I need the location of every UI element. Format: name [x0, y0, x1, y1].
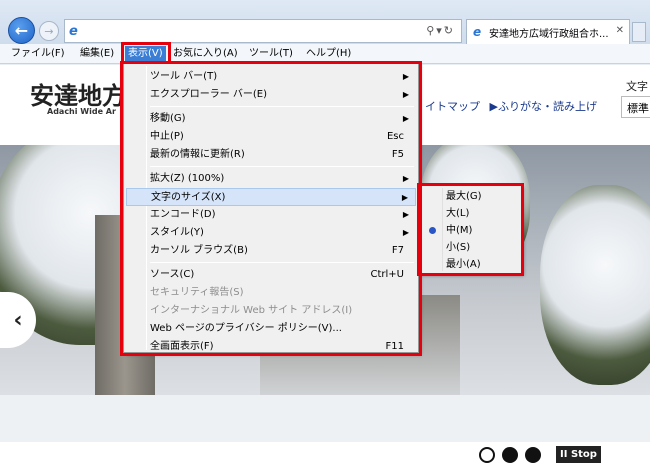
view-menu-item[interactable]: スタイル(Y) ▶: [126, 224, 416, 242]
submenu-arrow-icon: ▶: [402, 228, 409, 237]
menu-separator: [150, 166, 414, 167]
browser-tab[interactable]: e 安達地方広域行政組合ホ... ✕: [466, 19, 630, 44]
close-tab-icon[interactable]: ✕: [616, 25, 624, 36]
arrow-left-icon: ←: [14, 21, 29, 40]
site-title: 安達地方: [30, 82, 126, 110]
menu-edit[interactable]: 編集(E): [77, 46, 117, 63]
menu-item-label: 文字のサイズ(X): [151, 192, 226, 203]
slide-indicator-active[interactable]: [479, 447, 495, 463]
menu-item-shortcut: F5: [391, 149, 404, 160]
view-menu-item[interactable]: 移動(G) ▶: [126, 110, 416, 128]
snow-tree: [540, 185, 650, 385]
menu-separator: [150, 262, 414, 263]
slide-indicator[interactable]: [502, 447, 518, 463]
pause-icon: II: [560, 449, 568, 460]
view-menu-item[interactable]: セキュリティ報告(S): [126, 284, 416, 302]
text-size-submenu: 最大(G) 大(L) 中(M) 小(S) 最小(A): [419, 185, 522, 274]
menu-item-label: スタイル(Y): [150, 227, 204, 238]
menu-item-label: 全画面表示(F): [150, 341, 214, 352]
menu-view[interactable]: 表示(V): [125, 46, 166, 63]
snow-ground: [0, 395, 650, 442]
submenu-arrow-icon: ▶: [401, 193, 408, 202]
view-menu-item[interactable]: 全画面表示(F) F11: [126, 338, 416, 356]
view-menu-item[interactable]: エクスプローラー バー(E) ▶: [126, 86, 416, 104]
text-size-label: 大(L): [446, 208, 470, 219]
view-menu-item[interactable]: エンコード(D) ▶: [126, 206, 416, 224]
view-menu-item[interactable]: 拡大(Z) (100%) ▶: [126, 170, 416, 188]
new-tab-button[interactable]: [632, 22, 646, 42]
view-menu-item[interactable]: 文字のサイズ(X) ▶: [126, 188, 416, 206]
menu-item-label: カーソル ブラウズ(B): [150, 245, 248, 256]
text-size-item[interactable]: 小(S): [422, 239, 519, 256]
menu-item-shortcut: Esc: [386, 131, 404, 142]
view-menu: ツール バー(T) ▶ エクスプローラー バー(E) ▶ 移動(G) ▶ 中止(P) Esc 最…: [123, 63, 419, 353]
menu-item-label: セキュリティ報告(S): [150, 287, 244, 298]
menu-favorites[interactable]: お気に入り(A): [170, 46, 241, 63]
menu-file[interactable]: ファイル(F): [8, 46, 68, 63]
menu-item-label: 移動(G): [150, 113, 186, 124]
menu-item-label: 中止(P): [150, 131, 184, 142]
stop-button[interactable]: II Stop: [556, 446, 601, 463]
stop-label: Stop: [570, 449, 597, 460]
slide-indicator[interactable]: [525, 447, 541, 463]
menu-item-shortcut: F7: [391, 245, 404, 256]
dropdown-icon[interactable]: ▾: [436, 24, 444, 37]
address-tools: ⚲▾↻: [426, 24, 455, 37]
view-menu-item[interactable]: カーソル ブラウズ(B) F7: [126, 242, 416, 260]
text-size-item[interactable]: 最大(G): [422, 188, 519, 205]
ie-tab-icon: e: [473, 25, 482, 39]
arrow-right-icon: →: [44, 24, 54, 38]
submenu-arrow-icon: ▶: [402, 90, 409, 99]
menu-item-shortcut: Ctrl+U: [370, 269, 405, 280]
forward-button[interactable]: →: [39, 21, 59, 41]
menu-item-label: エンコード(D): [150, 209, 216, 220]
menu-item-shortcut: F11: [385, 341, 404, 352]
view-menu-item[interactable]: インターナショナル Web サイト アドレス(I): [126, 302, 416, 320]
menu-item-label: インターナショナル Web サイト アドレス(I): [150, 305, 353, 316]
text-size-item[interactable]: 最小(A): [422, 256, 519, 273]
menu-item-label: 最新の情報に更新(R): [150, 149, 245, 160]
selected-radio-icon: [429, 227, 436, 234]
submenu-arrow-icon: ▶: [402, 114, 409, 123]
browser-toolbar: ← → e ⚲▾↻ e 安達地方広域行政組合ホ... ✕: [0, 0, 650, 44]
site-links: イトマップ ▶ふりがな・読み上げ: [425, 98, 603, 114]
view-menu-item[interactable]: ツール バー(T) ▶: [126, 68, 416, 86]
ie-page-icon: e: [69, 24, 78, 39]
text-size-label: 最大(G): [446, 191, 482, 202]
menu-separator: [150, 106, 414, 107]
menu-item-label: エクスプローラー バー(E): [150, 89, 267, 100]
text-size-item[interactable]: 中(M): [422, 222, 519, 239]
menu-item-label: ツール バー(T): [150, 71, 218, 82]
text-size-label: 最小(A): [446, 259, 481, 270]
submenu-arrow-icon: ▶: [402, 210, 409, 219]
refresh-icon[interactable]: ↻: [444, 24, 455, 37]
view-menu-item[interactable]: ソース(C) Ctrl+U: [126, 266, 416, 284]
address-bar[interactable]: e ⚲▾↻: [64, 19, 462, 43]
text-size-label: 中(M): [446, 225, 473, 236]
text-size-item[interactable]: 大(L): [422, 205, 519, 222]
menu-bar: ファイル(F) 編集(E) 表示(V) お気に入り(A) ツール(T) ヘルプ(…: [0, 44, 650, 64]
back-button[interactable]: ←: [8, 17, 35, 44]
chevron-left-icon: ‹: [13, 307, 23, 333]
view-menu-item[interactable]: Web ページのプライバシー ポリシー(V)...: [126, 320, 416, 338]
menu-tools[interactable]: ツール(T): [246, 46, 296, 63]
site-subtitle: Adachi Wide Ar: [47, 107, 116, 116]
furigana-link[interactable]: ▶ふりがな・読み上げ: [490, 100, 597, 113]
submenu-arrow-icon: ▶: [402, 72, 409, 81]
sitemap-link[interactable]: イトマップ: [425, 100, 480, 113]
tab-title: 安達地方広域行政組合ホ...: [489, 29, 609, 40]
text-size-label: 小(S): [446, 242, 471, 253]
fontsize-select[interactable]: 標準: [621, 96, 650, 118]
slider-controls: II Stop: [0, 442, 650, 468]
fontsize-label: 文字: [626, 80, 648, 93]
menu-item-label: ソース(C): [150, 269, 195, 280]
view-menu-item[interactable]: 最新の情報に更新(R) F5: [126, 146, 416, 164]
menu-item-label: 拡大(Z) (100%): [150, 173, 225, 184]
view-menu-item[interactable]: 中止(P) Esc: [126, 128, 416, 146]
menu-help[interactable]: ヘルプ(H): [303, 46, 354, 63]
submenu-arrow-icon: ▶: [402, 174, 409, 183]
search-icon[interactable]: ⚲: [426, 24, 436, 37]
menu-item-label: Web ページのプライバシー ポリシー(V)...: [150, 323, 342, 334]
